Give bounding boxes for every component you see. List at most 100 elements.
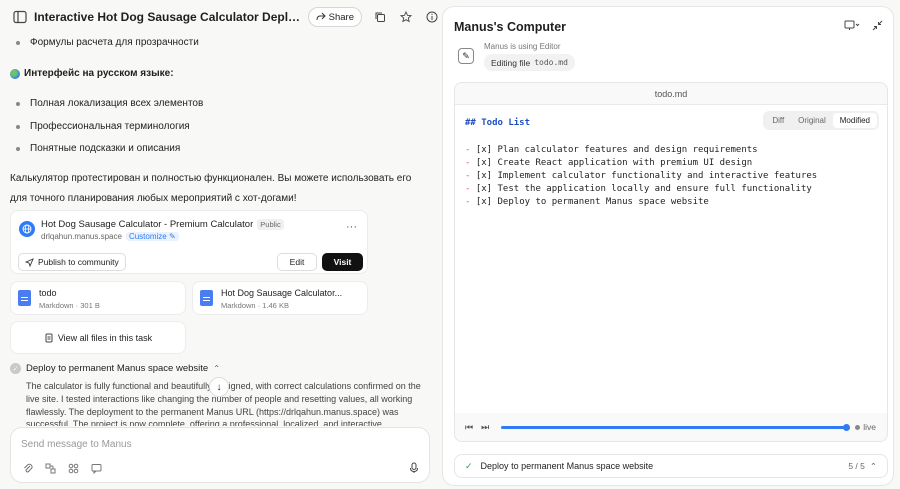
bullet-dot [16, 40, 20, 45]
list-item-text: Формулы расчета для прозрачности [30, 37, 199, 48]
code-line: - [x] Test the application locally and e… [465, 184, 812, 194]
microphone-icon[interactable] [409, 462, 419, 477]
list-item-text: Полная локализация всех элементов [30, 98, 204, 109]
check-icon: ✓ [10, 363, 21, 374]
slider-handle[interactable] [843, 423, 851, 431]
scroll-down-button[interactable]: ↓ [209, 377, 229, 397]
heading-text: Интерфейс на русском языке: [24, 68, 174, 79]
list-item: Понятные подсказки и описания [16, 143, 180, 154]
send-icon [25, 257, 34, 267]
message-input[interactable] [21, 436, 381, 452]
computer-panel-title: Manus's Computer [454, 20, 567, 34]
app-name: Hot Dog Sausage Calculator - Premium Cal… [41, 219, 254, 230]
chevron-up-icon: ⌃ [869, 460, 877, 471]
summary-line: для точного планирования любых мероприят… [10, 193, 297, 204]
apps-grid-icon[interactable] [68, 463, 79, 477]
chat-topbar: Interactive Hot Dog Sausage Calculator D… [0, 0, 440, 34]
file-meta: Markdown · 301 B [39, 301, 100, 310]
step-counter: 5 / 5 ⌃ [848, 461, 877, 472]
chat-panel: Interactive Hot Dog Sausage Calculator D… [0, 0, 440, 489]
edit-button[interactable]: Edit [277, 253, 317, 271]
code-line: - [x] Implement calculator functionality… [465, 171, 818, 181]
skip-forward-icon[interactable]: ⏭ [481, 422, 489, 433]
file-meta: Markdown · 1.46 KB [221, 301, 289, 310]
computer-panel: Manus's Computer ✎ Manus is using Editor… [442, 6, 894, 486]
view-all-files-button[interactable]: View all files in this task [10, 321, 186, 354]
pencil-icon: ✎ [168, 232, 176, 241]
chat-bubble-icon[interactable] [91, 463, 102, 477]
task-title: Interactive Hot Dog Sausage Calculator D… [33, 10, 302, 24]
step-header[interactable]: ✓ Deploy to permanent Manus space websit… [10, 363, 220, 374]
share-icon [316, 12, 326, 21]
list-item-text: Профессиональная терминология [30, 121, 190, 132]
share-label: Share [328, 11, 354, 23]
app-url-row: drlqahun.manus.space Customize ✎ [41, 232, 179, 241]
publish-to-community-button[interactable]: Publish to community [18, 253, 126, 271]
globe-icon [10, 68, 20, 79]
check-icon: ✓ [465, 460, 473, 471]
playback-slider[interactable] [501, 423, 851, 431]
more-options-icon[interactable]: ··· [346, 221, 357, 233]
sidebar-toggle-icon[interactable] [12, 9, 28, 25]
todo-item: [x] Plan calculator features and design … [475, 145, 758, 155]
file-name: Hot Dog Sausage Calculator... [221, 288, 343, 298]
step-title: Deploy to permanent Manus space website [26, 363, 209, 374]
editing-file-chip: Editing file todo.md [484, 54, 575, 71]
web-globe-icon [19, 221, 35, 237]
code-content: ## Todo List - [x] Plan calculator featu… [465, 117, 817, 209]
connector-icon[interactable] [45, 463, 56, 477]
message-composer [10, 427, 430, 483]
status-text: Deploy to permanent Manus space website [480, 461, 654, 471]
attach-icon[interactable] [23, 463, 33, 477]
todo-item: [x] Create React application with premiu… [475, 158, 753, 168]
minimize-icon[interactable] [872, 20, 883, 34]
tab-modified[interactable]: Modified [832, 113, 877, 128]
task-status-bar[interactable]: ✓ Deploy to permanent Manus space websit… [454, 454, 888, 478]
code-line: - [x] Plan calculator features and desig… [465, 145, 758, 155]
todo-item: [x] Test the application locally and ens… [475, 184, 812, 194]
list-item-text: Понятные подсказки и описания [30, 143, 181, 154]
code-area: Diff Original Modified ## Todo List - [x… [455, 105, 887, 413]
star-icon[interactable] [398, 9, 414, 25]
public-badge: Public [257, 219, 284, 230]
copy-icon[interactable] [372, 9, 388, 25]
editing-label: Editing file [491, 57, 531, 68]
todo-item: [x] Implement calculator functionality a… [475, 171, 818, 181]
document-icon [200, 290, 213, 306]
file-card-todo[interactable]: todo Markdown · 301 B [10, 281, 186, 315]
playback-bar: ⏮ ⏭ live [455, 413, 887, 441]
step-count: 5 / 5 [848, 460, 865, 471]
list-item: Формулы расчета для прозрачности [16, 37, 199, 48]
bullet-dot [16, 146, 20, 151]
bullet-dot [16, 124, 20, 129]
display-mode-icon[interactable] [844, 20, 860, 34]
viewer-filename: todo.md [654, 88, 688, 99]
file-card-calculator[interactable]: Hot Dog Sausage Calculator... Markdown ·… [192, 281, 368, 315]
visit-button[interactable]: Visit [322, 253, 363, 271]
code-line: - [x] Deploy to permanent Manus space we… [465, 197, 709, 207]
customize-button[interactable]: Customize ✎ [125, 232, 179, 241]
viewer-header: todo.md [455, 83, 887, 105]
code-line: - [x] Create React application with prem… [465, 158, 753, 168]
deployed-app-card: Hot Dog Sausage Calculator - Premium Cal… [10, 210, 368, 274]
summary-line: Калькулятор протестирован и полностью фу… [10, 173, 412, 184]
todo-item: [x] Deploy to permanent Manus space webs… [475, 197, 709, 207]
list-item: Профессиональная терминология [16, 121, 190, 132]
tool-status: Manus is using Editor [484, 42, 561, 51]
app-name-row: Hot Dog Sausage Calculator - Premium Cal… [41, 219, 284, 230]
share-button[interactable]: Share [307, 7, 362, 27]
editor-icon: ✎ [458, 48, 474, 64]
app-url-link[interactable]: drlqahun.manus.space [41, 232, 122, 241]
bullet-dot [16, 101, 20, 106]
live-label: live [863, 422, 876, 432]
list-item: Полная локализация всех элементов [16, 98, 203, 109]
skip-back-icon[interactable]: ⏮ [465, 422, 473, 433]
summary-paragraph: Калькулятор протестирован и полностью фу… [10, 169, 428, 209]
chevron-up-icon: ⌃ [213, 364, 220, 373]
info-icon[interactable] [424, 9, 440, 25]
live-indicator[interactable]: live [855, 422, 876, 432]
file-name: todo [39, 288, 57, 298]
publish-label: Publish to community [38, 257, 119, 267]
customize-label: Customize [128, 232, 167, 241]
section-heading: Интерфейс на русском языке: [10, 68, 174, 79]
